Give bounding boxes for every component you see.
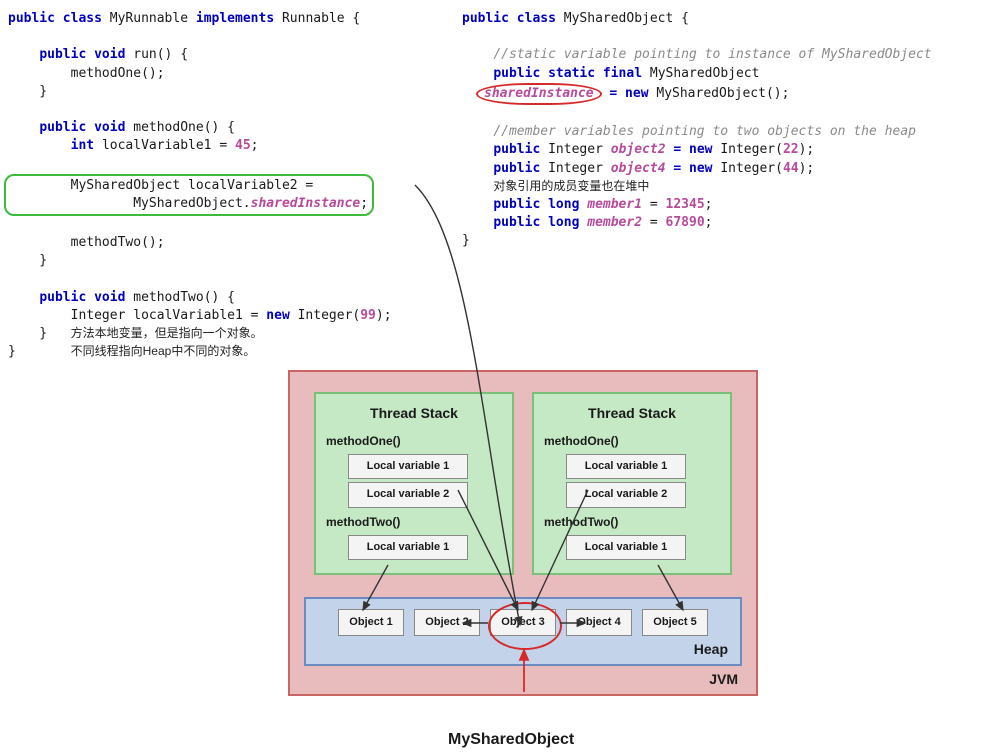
heap-label: Heap xyxy=(314,640,732,660)
shared-object-class-code: public class MySharedObject { //static v… xyxy=(462,10,992,250)
stack-title: Thread Stack xyxy=(542,404,722,424)
thread-stack-1: Thread Stack methodOne() Local variable … xyxy=(314,392,514,575)
jvm-diagram: Thread Stack methodOne() Local variable … xyxy=(288,370,768,696)
method-two-label: methodTwo() xyxy=(326,514,504,531)
stack1-m2-lv1: Local variable 1 xyxy=(348,535,468,560)
jvm-box: Thread Stack methodOne() Local variable … xyxy=(288,370,758,696)
method-one-label: methodOne() xyxy=(326,433,504,450)
stack-title: Thread Stack xyxy=(324,404,504,424)
code-columns: public class MyRunnable implements Runna… xyxy=(8,10,992,362)
heap-box: Object 1 Object 2 Object 3 Object 4 Obje… xyxy=(304,597,742,666)
jvm-label: JVM xyxy=(304,670,742,690)
stack2-m1-lv2: Local variable 2 xyxy=(566,482,686,507)
shared-object-label: MySharedObject xyxy=(448,729,574,751)
runnable-class-code: public class MyRunnable implements Runna… xyxy=(8,10,438,362)
method-two-label: methodTwo() xyxy=(544,514,722,531)
method-one-label: methodOne() xyxy=(544,433,722,450)
heap-object-4: Object 4 xyxy=(566,609,632,636)
green-highlight-box: MySharedObject localVariable2 = MyShared… xyxy=(4,174,374,216)
right-code-block: public class MySharedObject { //static v… xyxy=(462,10,992,362)
heap-object-5: Object 5 xyxy=(642,609,708,636)
left-code-block: public class MyRunnable implements Runna… xyxy=(8,10,438,362)
heap-object-1: Object 1 xyxy=(338,609,404,636)
stack2-m1-lv1: Local variable 1 xyxy=(566,454,686,479)
heap-object-2: Object 2 xyxy=(414,609,480,636)
stack1-m1-lv2: Local variable 2 xyxy=(348,482,468,507)
stack1-m1-lv1: Local variable 1 xyxy=(348,454,468,479)
stack2-m2-lv1: Local variable 1 xyxy=(566,535,686,560)
thread-stack-2: Thread Stack methodOne() Local variable … xyxy=(532,392,732,575)
red-circle-sharedinstance: sharedInstance xyxy=(476,83,602,105)
heap-object-3: Object 3 xyxy=(490,609,556,636)
